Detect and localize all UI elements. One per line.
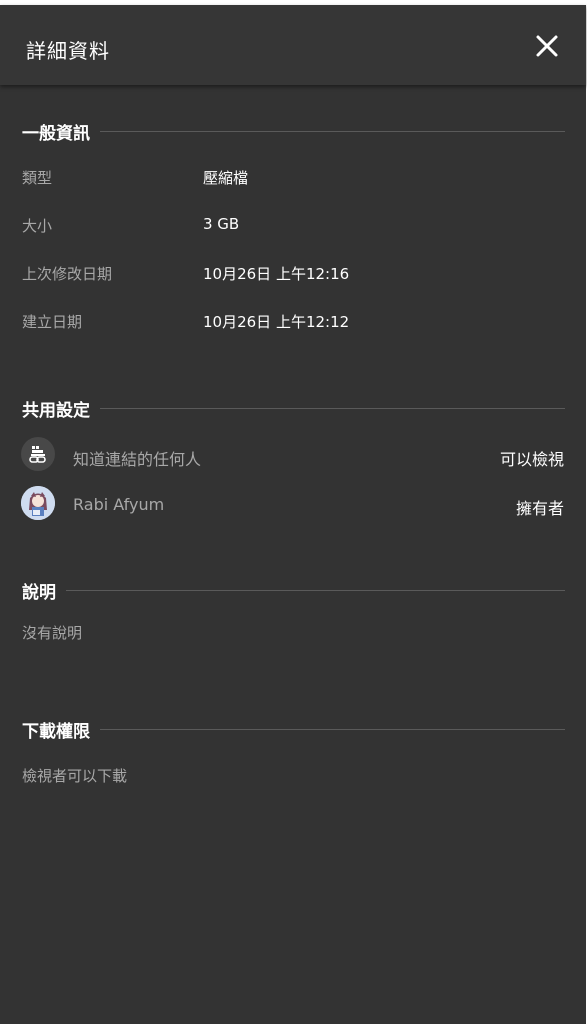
description-section-header: 說明 [22,578,565,603]
modified-value: 10月26日 上午12:16 [203,265,350,283]
type-value: 壓縮檔 [203,169,249,187]
description-text: 沒有說明 [22,624,83,642]
sharing-section-title: 共用設定 [22,400,90,421]
link-group-icon [21,437,55,471]
size-label: 大小 [22,217,53,235]
type-label: 類型 [22,169,53,187]
section-divider [66,589,565,591]
details-panel: 詳細資料 一般資訊 類型 壓縮檔 大小 3 GB 上次修改日期 10月26日 上… [0,5,586,1024]
close-button[interactable] [530,29,564,63]
sharing-section-header: 共用設定 [22,396,565,421]
created-label: 建立日期 [22,313,83,331]
created-value: 10月26日 上午12:12 [203,313,350,331]
share-entry-name: 知道連結的任何人 [73,450,202,469]
section-divider [100,407,565,409]
download-section-title: 下載權限 [22,721,90,742]
modified-label: 上次修改日期 [22,265,113,283]
size-value: 3 GB [203,215,240,233]
general-section-header: 一般資訊 [22,119,565,144]
share-entry-role: 擁有者 [515,499,564,518]
panel-header: 詳細資料 [0,5,586,85]
section-divider [100,728,565,730]
section-divider [100,130,565,132]
download-permission-text: 檢視者可以下載 [22,767,128,785]
general-section-title: 一般資訊 [22,123,90,144]
close-icon [536,35,558,57]
share-entry-role: 可以檢視 [499,450,564,469]
download-section-header: 下載權限 [22,717,565,742]
user-avatar[interactable] [21,486,55,520]
panel-title: 詳細資料 [26,39,110,63]
share-entry-name: Rabi Afyum [73,495,165,514]
description-section-title: 說明 [22,582,56,603]
